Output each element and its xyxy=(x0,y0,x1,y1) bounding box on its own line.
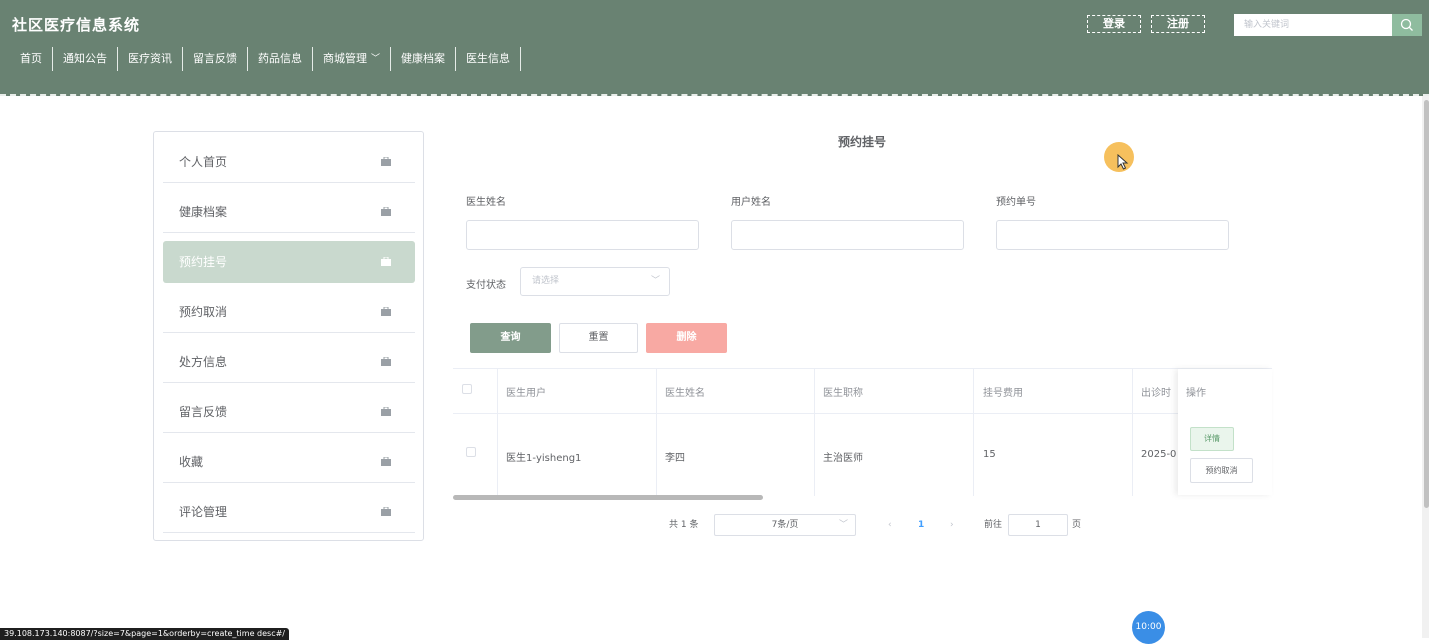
chevron-down-icon: ﹀ xyxy=(371,54,381,64)
sidebar-item-label: 健康档案 xyxy=(179,205,228,219)
appointments-table: 医生用户 医生姓名 医生职称 挂号费用 出诊时 医生1-yisheng1 李四 … xyxy=(453,368,1272,496)
chevron-down-icon: ﹀ xyxy=(838,520,848,530)
briefcase-icon xyxy=(381,157,391,166)
table-horizontal-scrollbar[interactable] xyxy=(453,495,763,500)
search-button[interactable] xyxy=(1392,14,1422,36)
login-button[interactable]: 登录 xyxy=(1087,15,1141,33)
sidebar-item-feedback[interactable]: 留言反馈 xyxy=(163,391,415,433)
briefcase-icon xyxy=(381,307,391,316)
column-divider xyxy=(973,369,974,496)
column-header: 挂号费用 xyxy=(983,388,1023,399)
user-name-input[interactable] xyxy=(731,220,964,250)
nav-mall-label: 商城管理 xyxy=(323,52,367,65)
row-checkbox[interactable] xyxy=(466,447,476,457)
nav-notices[interactable]: 通知公告 xyxy=(53,47,118,71)
pay-status-label: 支付状态 xyxy=(466,280,506,291)
column-divider xyxy=(1132,369,1133,496)
cell-time: 2025-0 xyxy=(1141,449,1177,460)
query-button[interactable]: 查询 xyxy=(470,323,551,353)
doctor-name-label: 医生姓名 xyxy=(466,197,506,208)
nav-feedback[interactable]: 留言反馈 xyxy=(183,47,248,71)
page-unit-label: 页 xyxy=(1072,520,1082,530)
briefcase-icon xyxy=(381,457,391,466)
sidebar-item-label: 留言反馈 xyxy=(179,405,228,419)
operations-column: 操作 详情 预约取消 xyxy=(1178,369,1272,495)
column-header: 出诊时 xyxy=(1141,388,1171,399)
order-no-input[interactable] xyxy=(996,220,1229,250)
column-divider xyxy=(497,369,498,496)
page-size-value: 7条/页 xyxy=(771,520,799,530)
register-button[interactable]: 注册 xyxy=(1151,15,1205,33)
detail-button[interactable]: 详情 xyxy=(1190,427,1234,451)
clock-badge: 10:00 xyxy=(1132,611,1165,644)
column-header: 医生职称 xyxy=(823,388,863,399)
nav-drugs[interactable]: 药品信息 xyxy=(248,47,313,71)
sidebar-item-label: 评论管理 xyxy=(179,505,228,519)
column-divider xyxy=(656,369,657,496)
top-header: 社区医疗信息系统 首页 通知公告 医疗资讯 留言反馈 药品信息 商城管理 ﹀ 健… xyxy=(0,0,1429,96)
main-nav: 首页 通知公告 医疗资讯 留言反馈 药品信息 商城管理 ﹀ 健康档案 医生信息 xyxy=(10,47,522,71)
cell-doctor-title: 主治医师 xyxy=(823,453,863,464)
cell-doctor-name: 李四 xyxy=(665,453,685,464)
page-number[interactable]: 1 xyxy=(918,513,924,537)
next-page-icon[interactable]: › xyxy=(950,513,954,537)
pagination-total: 共 1 条 xyxy=(669,520,699,530)
sidebar-item-prescriptions[interactable]: 处方信息 xyxy=(163,341,415,383)
column-divider xyxy=(814,369,815,496)
mouse-pointer-icon xyxy=(1117,154,1129,170)
user-name-label: 用户姓名 xyxy=(731,197,771,208)
header-divider xyxy=(453,413,1272,414)
sidebar-item-label: 收藏 xyxy=(179,455,204,469)
sidebar-item-health-records[interactable]: 健康档案 xyxy=(163,191,415,233)
sidebar-item-profile[interactable]: 个人首页 xyxy=(163,141,415,183)
briefcase-icon xyxy=(381,407,391,416)
pay-status-placeholder: 请选择 xyxy=(532,276,560,286)
pay-status-select[interactable]: 请选择 ﹀ xyxy=(520,267,670,296)
sidebar-item-label: 处方信息 xyxy=(179,355,228,369)
nav-doctors[interactable]: 医生信息 xyxy=(456,47,522,71)
sidebar-item-comments[interactable]: 评论管理 xyxy=(163,491,415,533)
goto-page-input[interactable]: 1 xyxy=(1008,514,1068,536)
sidebar-item-label: 个人首页 xyxy=(179,155,228,169)
goto-label: 前往 xyxy=(984,520,1003,530)
order-no-label: 预约单号 xyxy=(996,197,1036,208)
nav-mall[interactable]: 商城管理 ﹀ xyxy=(313,47,392,71)
sidebar-item-label: 预约取消 xyxy=(179,305,228,319)
search-icon xyxy=(1400,18,1413,31)
site-title: 社区医疗信息系统 xyxy=(12,16,141,34)
search-input[interactable]: 输入关键词 xyxy=(1234,14,1392,36)
page-title: 预约挂号 xyxy=(838,135,887,149)
column-header: 医生姓名 xyxy=(665,388,705,399)
sidebar-item-label: 预约挂号 xyxy=(179,255,228,269)
column-header: 医生用户 xyxy=(506,388,546,399)
doctor-name-input[interactable] xyxy=(466,220,699,250)
sidebar-item-appointment-cancel[interactable]: 预约取消 xyxy=(163,291,415,333)
sidebar: 个人首页 健康档案 预约挂号 预约取消 处方信息 留言反馈 收藏 评论管理 xyxy=(153,131,424,541)
select-all-checkbox[interactable] xyxy=(462,384,472,394)
cancel-appointment-button[interactable]: 预约取消 xyxy=(1190,458,1253,483)
page-size-select[interactable]: 7条/页 ﹀ xyxy=(714,514,856,536)
sidebar-item-favorites[interactable]: 收藏 xyxy=(163,441,415,483)
page-scrollbar-thumb[interactable] xyxy=(1424,100,1429,508)
prev-page-icon[interactable]: ‹ xyxy=(888,513,892,537)
briefcase-icon xyxy=(381,507,391,516)
delete-button[interactable]: 删除 xyxy=(646,323,727,353)
briefcase-icon xyxy=(381,257,391,266)
briefcase-icon xyxy=(381,207,391,216)
nav-home[interactable]: 首页 xyxy=(10,47,53,71)
reset-button[interactable]: 重置 xyxy=(559,323,638,353)
nav-health-records[interactable]: 健康档案 xyxy=(391,47,457,71)
chevron-down-icon: ﹀ xyxy=(650,276,660,286)
sidebar-item-appointment[interactable]: 预约挂号 xyxy=(163,241,415,283)
cell-doctor-user: 医生1-yisheng1 xyxy=(506,453,582,464)
cell-fee: 15 xyxy=(983,449,996,460)
nav-medical-news[interactable]: 医疗资讯 xyxy=(118,47,183,71)
column-header-operations: 操作 xyxy=(1186,388,1206,399)
briefcase-icon xyxy=(381,357,391,366)
status-bar-url: 39.108.173.140:8087/?size=7&page=1&order… xyxy=(0,628,289,640)
